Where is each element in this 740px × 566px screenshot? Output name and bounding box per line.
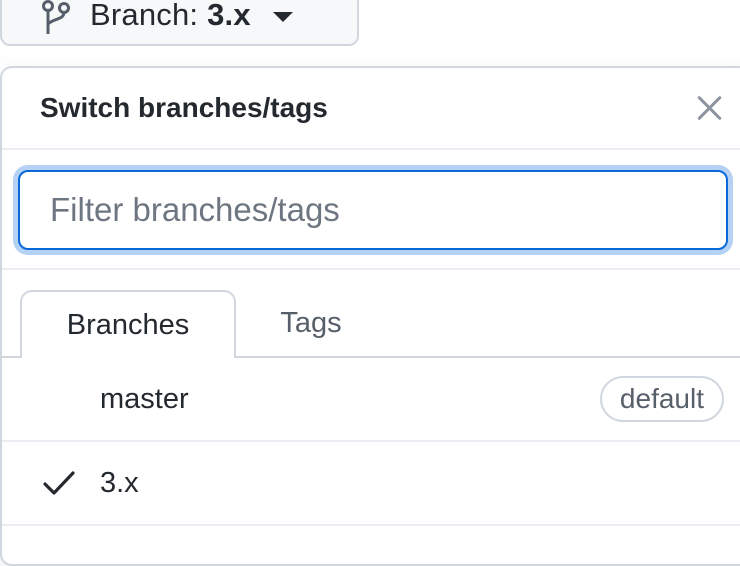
check-slot (42, 383, 100, 415)
branch-button-current: 3.x (207, 0, 251, 32)
branch-switcher-panel: Switch branches/tags Branches Tags maste… (0, 66, 740, 566)
branch-name: 3.x (100, 466, 139, 499)
branch-name: master (100, 382, 189, 415)
branch-item-3x[interactable]: 3.x (2, 442, 740, 526)
filter-area (2, 150, 740, 270)
default-badge: default (599, 376, 724, 422)
branch-list: master default 3.x (2, 358, 740, 526)
close-icon[interactable] (692, 90, 728, 126)
check-slot (42, 467, 100, 499)
panel-header: Switch branches/tags (2, 68, 740, 150)
tab-tags[interactable]: Tags (236, 290, 386, 356)
panel-title: Switch branches/tags (40, 92, 328, 123)
check-icon (43, 471, 75, 495)
caret-down-icon (272, 12, 293, 22)
filter-input[interactable] (18, 170, 728, 250)
tab-bar: Branches Tags (2, 270, 740, 358)
branch-select-button[interactable]: Branch: 3.x (0, 0, 359, 46)
branch-button-label: Branch: 3.x (90, 0, 251, 33)
branch-item-master[interactable]: master default (2, 358, 740, 442)
tab-branches[interactable]: Branches (20, 290, 236, 358)
git-branch-icon (42, 0, 70, 34)
branch-button-prefix: Branch: (90, 0, 208, 32)
